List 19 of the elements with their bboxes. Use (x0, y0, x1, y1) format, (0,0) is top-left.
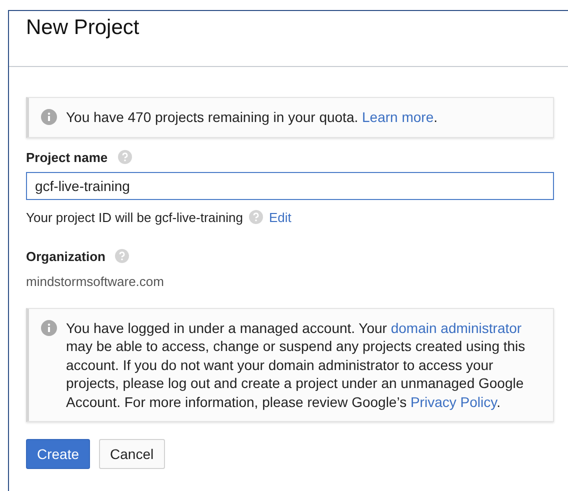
help-icon[interactable] (118, 150, 132, 164)
info-icon (41, 320, 57, 336)
organization-value: mindstormsoftware.com (26, 274, 165, 288)
info-icon (41, 109, 57, 125)
field-label: Organization (26, 248, 106, 264)
notice-text: You have 470 projects remaining in your quota. Learn more. (66, 108, 438, 126)
link[interactable]: Privacy Policy (410, 394, 497, 410)
help-icon[interactable] (115, 249, 130, 263)
dialog-title: New Project (26, 16, 140, 40)
cancel-button[interactable]: Cancel (99, 439, 165, 469)
project-id-text: Your project ID will be gcf-live-training (26, 210, 244, 224)
link[interactable]: domain administrator (390, 320, 522, 336)
notice-text: You have logged in under a managed account. Your domain administrator may be able to access, change or suspend any projects created using this account. If you do not want your domain administrator to access your projects, please log out and create a project under an unmanaged Google Account. For more information, please review Google’s Privacy Policy. (66, 318, 526, 411)
field-label: Project name (26, 150, 108, 164)
link[interactable]: Learn more (362, 109, 434, 125)
edit-link[interactable]: Edit (269, 210, 292, 224)
help-icon[interactable] (249, 210, 264, 224)
create-button[interactable]: Create (26, 439, 90, 469)
project-name-field[interactable]: gcf-live-training (26, 172, 554, 200)
